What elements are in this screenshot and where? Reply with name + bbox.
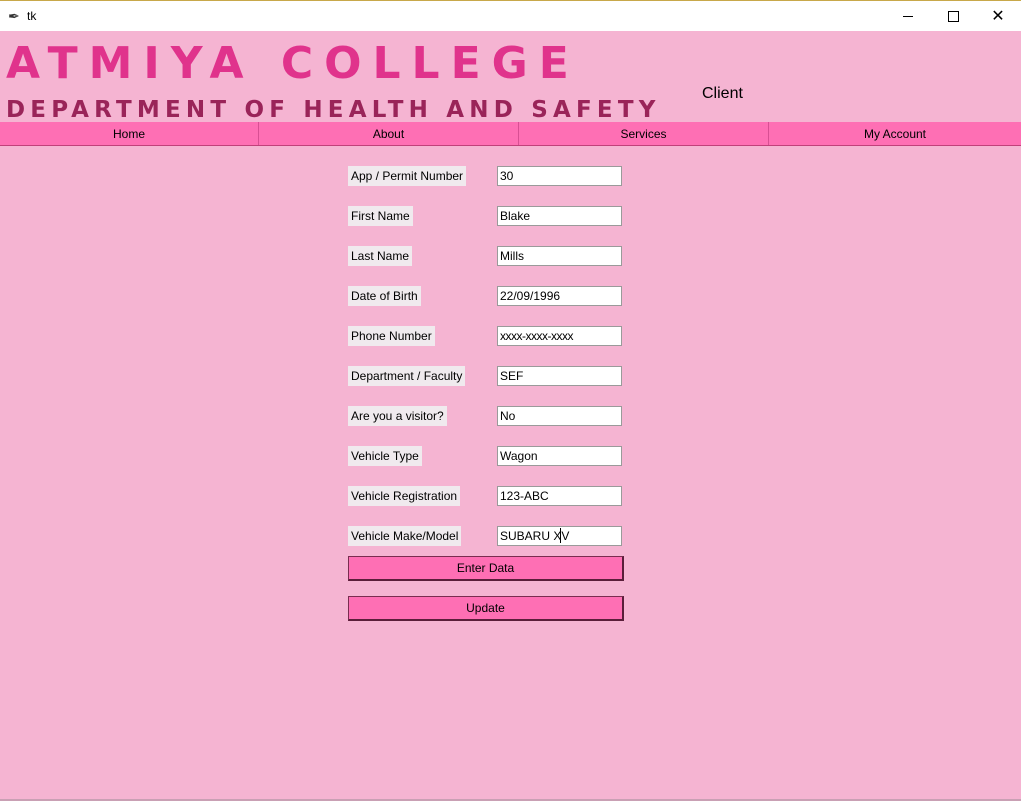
college-title: ATMIYA COLLEGE [6,38,580,89]
minimize-icon [903,15,913,17]
tk-feather-icon: ✒ [8,8,20,24]
text-caret [560,528,561,543]
vehicle-type-input[interactable] [497,446,622,466]
role-label: Client [702,85,743,102]
first-name-input[interactable] [497,206,622,226]
phone-number-label: Phone Number [348,326,435,346]
maximize-button[interactable] [930,1,976,31]
minimize-button[interactable] [885,1,931,31]
visitor-input[interactable] [497,406,622,426]
window-title: tk [27,9,37,23]
permit-number-input[interactable] [497,166,622,186]
department-title: DEPARTMENT OF HEALTH AND SAFETY [6,97,661,123]
vehicle-registration-label: Vehicle Registration [348,486,461,506]
nav-services-button[interactable]: Services [519,122,769,145]
date-of-birth-input[interactable] [497,286,622,306]
nav-about-button[interactable]: About [259,122,519,145]
last-name-input[interactable] [497,246,622,266]
department-faculty-input[interactable] [497,366,622,386]
visitor-label: Are you a visitor? [348,406,447,426]
title-bar: ✒ tk ✕ [0,0,1021,31]
date-of-birth-label: Date of Birth [348,286,421,306]
header: ATMIYA COLLEGE DEPARTMENT OF HEALTH AND … [0,31,1021,124]
nav-home-button[interactable]: Home [0,122,259,145]
vehicle-make-model-label: Vehicle Make/Model [348,526,462,546]
permit-number-label: App / Permit Number [348,166,467,186]
phone-number-input[interactable] [497,326,622,346]
first-name-label: First Name [348,206,413,226]
nav-my-account-button[interactable]: My Account [769,122,1021,145]
update-button[interactable]: Update [348,596,624,621]
department-faculty-label: Department / Faculty [348,366,466,386]
close-button[interactable]: ✕ [975,1,1021,31]
maximize-icon [947,10,959,22]
vehicle-type-label: Vehicle Type [348,446,422,466]
close-icon: ✕ [991,6,1005,25]
nav-bar: Home About Services My Account [0,122,1021,146]
vehicle-registration-input[interactable] [497,486,622,506]
enter-data-button[interactable]: Enter Data [348,556,624,581]
last-name-label: Last Name [348,246,413,266]
